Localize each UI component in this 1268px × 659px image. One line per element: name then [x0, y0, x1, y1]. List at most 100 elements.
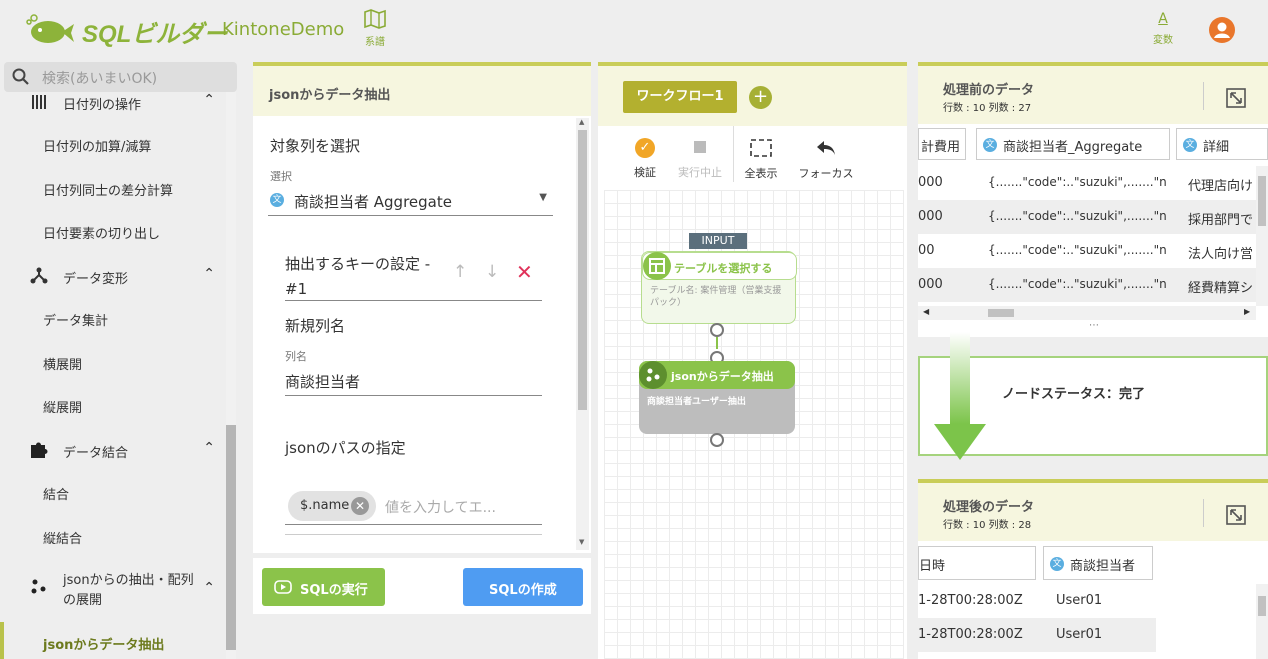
scroll-right-icon[interactable]: ▶	[1244, 307, 1250, 316]
sql-create-button[interactable]: SQLの作成	[463, 568, 583, 606]
column-header[interactable]: 文 詳細	[1176, 128, 1268, 160]
sidebar-search[interactable]: 検索(あいまいOK)	[4, 62, 237, 92]
before-h-scrollbar[interactable]: ◀ ▶	[918, 306, 1256, 320]
key-setting-header: 抽出するキーの設定 - #1 ↑ ↓ ✕	[285, 250, 542, 301]
table-select-node[interactable]: テーブルを選択する テーブル名: 案件管理（営業支援パック）	[641, 251, 797, 324]
before-header: 処理前のデータ 行数 : 10 列数 : 27	[918, 62, 1268, 124]
table-row[interactable]: 000 {......."code":.."suzuki",......."n.…	[918, 200, 1256, 234]
scroll-up-icon[interactable]: ▲	[579, 118, 584, 126]
before-data-panel: 処理前のデータ 行数 : 10 列数 : 27 計費用 文 商談担当者_Aggr…	[918, 62, 1268, 337]
output-port[interactable]	[710, 323, 724, 337]
chevron-up-icon[interactable]: ⌃	[203, 580, 215, 596]
column-select[interactable]: 文 商談担当者 Aggregate ▼	[268, 186, 553, 216]
table-row[interactable]: 00 {......."code":.."suzuki",......."n..…	[918, 234, 1256, 268]
column-header[interactable]: 計費用	[918, 128, 966, 160]
col-name-label: 列名	[285, 350, 307, 363]
sidebar-item-label: データ集計	[43, 314, 109, 329]
validate-button[interactable]: ✓ 検証	[630, 138, 660, 180]
logo-text[interactable]: SQLビルダー	[82, 14, 227, 49]
after-title: 処理後のデータ	[943, 500, 1035, 515]
path-placeholder: 値を入力してエ...	[385, 500, 496, 516]
resize-handle[interactable]: ⋯	[1089, 320, 1099, 331]
scroll-left-icon[interactable]: ◀	[923, 307, 929, 316]
variables-label: 変数	[1153, 35, 1173, 46]
column-name: 日時	[919, 559, 946, 574]
sql-execute-button[interactable]: SQLの実行	[262, 568, 385, 606]
play-icon	[274, 580, 292, 594]
before-v-scrollbar[interactable]	[1256, 166, 1268, 306]
table-cell: 経費精算シ	[1188, 281, 1254, 296]
focus-label: フォーカス	[798, 167, 854, 180]
table-cell: 採用部門で	[1188, 213, 1254, 228]
chevron-up-icon[interactable]: ⌃	[203, 92, 215, 108]
sidebar-item-json-cat[interactable]: jsonからの抽出・配列の展開 ⌃	[0, 570, 225, 610]
sidebar-item-label: 横展開	[43, 358, 83, 373]
settings-scrollbar[interactable]: ▲ ▼	[576, 118, 589, 550]
stop-icon	[694, 141, 706, 153]
lineage-button[interactable]: 系譜	[360, 8, 390, 48]
variable-icon: A	[1158, 11, 1168, 27]
sidebar-item-join-cat[interactable]: データ結合 ⌃	[0, 440, 225, 461]
expand-icon[interactable]	[1226, 88, 1246, 108]
fit-button[interactable]: 全表示	[741, 138, 781, 181]
arrow-up-icon[interactable]: ↑	[453, 262, 467, 282]
json-extract-node[interactable]: jsonからデータ抽出 商談担当者ユーザー抽出	[639, 361, 795, 434]
column-header[interactable]: 文 商談担当者	[1043, 546, 1153, 580]
table-cell: 000	[918, 277, 943, 292]
col-name-input[interactable]: 商談担当者	[285, 366, 542, 396]
output-port[interactable]	[710, 433, 724, 447]
sidebar-item-date-ops[interactable]: 日付列の操作 ⌃	[0, 92, 225, 113]
table-row[interactable]: 000 {......."code":.."suzuki",......."n.…	[918, 268, 1256, 302]
delete-icon[interactable]: ✕	[516, 260, 533, 284]
whale-logo-icon[interactable]	[26, 12, 76, 46]
sidebar-item-transform[interactable]: データ変形 ⌃	[0, 266, 225, 287]
settings-scroll-thumb[interactable]	[578, 130, 587, 410]
scroll-down-icon[interactable]: ▼	[579, 538, 584, 546]
variables-button[interactable]: A 変数	[1148, 10, 1178, 46]
chevron-up-icon[interactable]: ⌃	[203, 266, 215, 282]
map-icon	[364, 9, 386, 29]
fullscreen-icon	[750, 139, 772, 157]
text-type-icon: 文	[270, 193, 284, 207]
chevron-up-icon[interactable]: ⌃	[203, 440, 215, 456]
column-header[interactable]: 日時	[918, 546, 1036, 580]
table-row[interactable]: 1-28T00:28:00Z User01	[918, 584, 1156, 618]
before-title: 処理前のデータ	[943, 83, 1035, 98]
table-row[interactable]: 1-28T00:28:00Z User01	[918, 618, 1156, 652]
toolbar-divider	[733, 126, 734, 182]
focus-button[interactable]: フォーカス	[795, 138, 857, 181]
chip-remove-icon[interactable]: ✕	[351, 497, 369, 515]
node1-desc: テーブル名: 案件管理（営業支援パック）	[650, 286, 782, 308]
dots-icon	[31, 579, 46, 594]
fit-label: 全表示	[744, 167, 778, 180]
settings-panel: jsonからデータ抽出 対象列を選択 選択 文 商談担当者 Aggregate …	[253, 62, 591, 553]
table-cell: 00	[918, 243, 935, 258]
sidebar-item-label: 日付列の加算/減算	[43, 140, 152, 155]
sidebar-list: 日付列の操作 ⌃ 日付列の加算/減算 日付列同士の差分計算 日付要素の切り出し …	[0, 92, 225, 659]
table-row[interactable]: 000 {......."code":.."suzuki",......."n.…	[918, 166, 1256, 200]
after-v-scrollbar[interactable]	[1256, 584, 1268, 659]
add-tab-icon[interactable]: +	[749, 86, 772, 109]
flow-down-arrow-icon	[934, 332, 986, 460]
column-header[interactable]: 文 商談担当者_Aggregate	[976, 128, 1170, 160]
json-node-icon	[639, 361, 667, 389]
sidebar-scroll-thumb[interactable]	[226, 425, 236, 650]
table-cell: 法人向け営	[1188, 247, 1254, 262]
dropdown-arrow-icon[interactable]: ▼	[539, 192, 547, 203]
stop-button[interactable]: 実行中止	[675, 138, 725, 180]
text-type-icon: 文	[983, 138, 997, 152]
after-data-panel: 処理後のデータ 行数 : 10 列数 : 28 日時 文 商談担当者 1-28T…	[918, 479, 1268, 659]
path-chip[interactable]: $.name ✕	[288, 491, 376, 521]
after-stats: 行数 : 10 列数 : 28	[943, 520, 1032, 531]
sidebar-item-label: データ結合	[63, 446, 129, 461]
scroll-thumb[interactable]	[1258, 596, 1266, 616]
user-avatar-icon[interactable]	[1209, 17, 1235, 43]
scroll-thumb[interactable]	[988, 309, 1014, 317]
arrow-down-icon[interactable]: ↓	[485, 262, 499, 282]
table-cell: {......."code":.."suzuki",......."n...	[988, 277, 1166, 291]
tab-workflow1[interactable]: ワークフロー1	[623, 81, 737, 113]
scroll-thumb[interactable]	[1258, 176, 1266, 226]
table-cell: User01	[1056, 593, 1103, 608]
expand-icon[interactable]	[1226, 505, 1246, 525]
sidebar-item-label: jsonからデータ抽出	[43, 638, 165, 653]
